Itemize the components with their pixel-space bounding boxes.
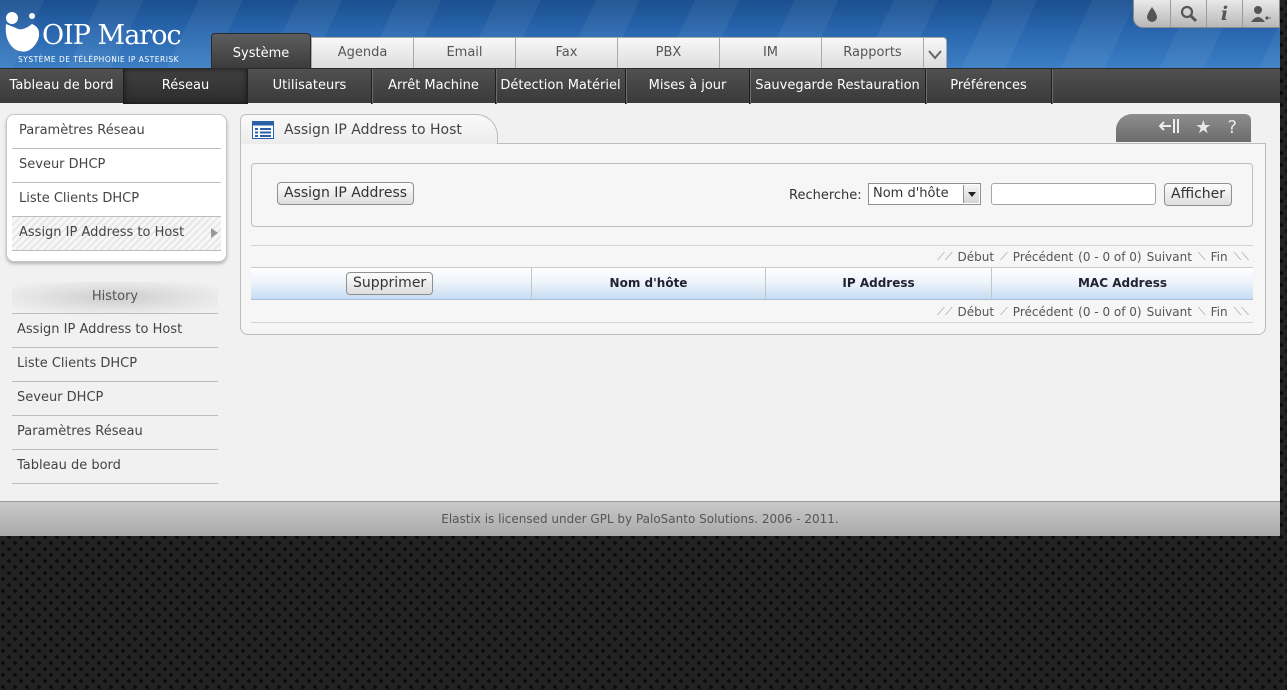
search-label: Recherche:: [789, 188, 862, 203]
tab-email[interactable]: Email: [413, 37, 515, 68]
column-header-mac-address[interactable]: MAC Address: [992, 268, 1253, 299]
pager-top: ⟋⟋ Début ⟋ Précédent (0 - 0 of 0) Suivan…: [251, 245, 1253, 267]
pager-first[interactable]: Début: [958, 305, 995, 319]
submenu-item-sauvegarde-restauration[interactable]: Sauvegarde Restauration: [750, 68, 926, 104]
tab-agenda[interactable]: Agenda: [311, 37, 413, 68]
drop-icon[interactable]: [1134, 0, 1170, 27]
history-item[interactable]: Tableau de bord: [12, 450, 218, 484]
history-item[interactable]: Assign IP Address to Host: [12, 314, 218, 348]
column-header-ip-address[interactable]: IP Address: [766, 268, 992, 299]
tab-rapports[interactable]: Rapports: [821, 37, 923, 68]
left-menu-item-seveur-dhcp[interactable]: Seveur DHCP: [12, 149, 221, 183]
user-icon[interactable]: [1242, 0, 1278, 27]
history-item[interactable]: Seveur DHCP: [12, 382, 218, 416]
logo-tagline: SYSTÈME DE TÉLÉPHONIE IP ASTERISK: [18, 55, 180, 64]
footer: Elastix is licensed under GPL by PaloSan…: [0, 501, 1280, 536]
info-icon[interactable]: i: [1206, 0, 1242, 27]
top-toolbar: i: [1133, 0, 1280, 28]
submenu-item-preferences[interactable]: Préférences: [926, 68, 1052, 104]
pager-last[interactable]: Fin: [1211, 305, 1228, 319]
pager-next[interactable]: Suivant: [1147, 250, 1192, 264]
assign-ip-address-button[interactable]: Assign IP Address: [277, 182, 415, 205]
table-header: Supprimer Nom d'hôte IP Address MAC Addr…: [251, 267, 1253, 300]
left-menu-item-assign-ip[interactable]: Assign IP Address to Host: [12, 217, 221, 251]
column-header-hostname[interactable]: Nom d'hôte: [532, 268, 766, 299]
tab-pbx[interactable]: PBX: [617, 37, 719, 68]
panel-toolbar: ★ ?: [1116, 114, 1251, 142]
search-icon[interactable]: [1170, 0, 1206, 27]
first-page-icon[interactable]: ⟋⟋: [937, 305, 952, 319]
history-panel: History Assign IP Address to Host Liste …: [12, 282, 218, 484]
list-icon: [252, 120, 274, 139]
pager-last[interactable]: Fin: [1211, 250, 1228, 264]
search-field-value: Nom d'hôte: [873, 186, 949, 201]
history-item[interactable]: Liste Clients DHCP: [12, 348, 218, 382]
logo-mark-icon: [5, 12, 40, 52]
next-page-icon[interactable]: ⟍: [1198, 305, 1206, 319]
search-field-select[interactable]: Nom d'hôte: [868, 183, 981, 205]
last-page-icon[interactable]: ⟍⟍: [1234, 305, 1249, 319]
pager-bottom: ⟋⟋ Début ⟋ Précédent (0 - 0 of 0) Suivan…: [251, 301, 1253, 323]
tab-fax[interactable]: Fax: [515, 37, 617, 68]
main-tabs: Système Agenda Email Fax PBX IM Rapports: [211, 33, 947, 68]
supprimer-button[interactable]: Supprimer: [346, 272, 434, 295]
submenu-item-utilisateurs[interactable]: Utilisateurs: [248, 68, 372, 104]
collapse-sidebar-icon[interactable]: [1158, 118, 1180, 139]
afficher-button[interactable]: Afficher: [1164, 183, 1233, 206]
left-menu-item-label: Assign IP Address to Host: [19, 225, 185, 240]
arrow-right-icon: [211, 228, 218, 238]
pager-range: (0 - 0 of 0): [1078, 304, 1142, 319]
more-tabs-button[interactable]: [923, 37, 947, 68]
panel-title-tab: Assign IP Address to Host: [240, 114, 498, 144]
pager-range: (0 - 0 of 0): [1078, 249, 1142, 264]
last-page-icon[interactable]: ⟍⟍: [1234, 250, 1249, 264]
tab-systeme[interactable]: Système: [211, 33, 311, 68]
history-item[interactable]: Paramètres Réseau: [12, 416, 218, 450]
search-input[interactable]: [991, 183, 1156, 205]
table-header-select: Supprimer: [251, 268, 532, 299]
first-page-icon[interactable]: ⟋⟋: [937, 250, 952, 264]
page-title: Assign IP Address to Host: [284, 121, 462, 138]
sub-menu: Tableau de bord Réseau Utilisateurs Arrê…: [0, 68, 1280, 104]
chevron-down-icon: [928, 50, 942, 60]
history-title: History: [12, 282, 218, 314]
submenu-item-reseau[interactable]: Réseau: [124, 68, 248, 104]
left-menu: Paramètres Réseau Seveur DHCP Liste Clie…: [6, 114, 227, 262]
pager-previous[interactable]: Précédent: [1013, 250, 1073, 264]
pager-previous[interactable]: Précédent: [1013, 305, 1073, 319]
submenu-item-arret-machine[interactable]: Arrêt Machine: [372, 68, 496, 104]
chevron-down-icon: [963, 185, 979, 203]
submenu-item-mises-a-jour[interactable]: Mises à jour: [626, 68, 750, 104]
tab-im[interactable]: IM: [719, 37, 821, 68]
previous-page-icon[interactable]: ⟋: [1000, 305, 1008, 319]
elastix-app: OIP Maroc SYSTÈME DE TÉLÉPHONIE IP ASTER…: [0, 0, 1280, 536]
submenu-item-detection-materiel[interactable]: Détection Matériel: [496, 68, 626, 104]
star-icon[interactable]: ★: [1195, 118, 1211, 138]
pager-first[interactable]: Début: [958, 250, 995, 264]
pager-next[interactable]: Suivant: [1147, 305, 1192, 319]
submenu-item-tableau-de-bord[interactable]: Tableau de bord: [0, 68, 124, 104]
previous-page-icon[interactable]: ⟋: [1000, 250, 1008, 264]
left-menu-item-parametres-reseau[interactable]: Paramètres Réseau: [12, 115, 221, 149]
header: OIP Maroc SYSTÈME DE TÉLÉPHONIE IP ASTER…: [0, 0, 1280, 68]
logo-brand: OIP Maroc: [42, 20, 182, 51]
left-menu-item-liste-clients-dhcp[interactable]: Liste Clients DHCP: [12, 183, 221, 217]
next-page-icon[interactable]: ⟍: [1198, 250, 1206, 264]
logo[interactable]: OIP Maroc SYSTÈME DE TÉLÉPHONIE IP ASTER…: [0, 6, 205, 66]
help-icon[interactable]: ?: [1227, 118, 1237, 138]
